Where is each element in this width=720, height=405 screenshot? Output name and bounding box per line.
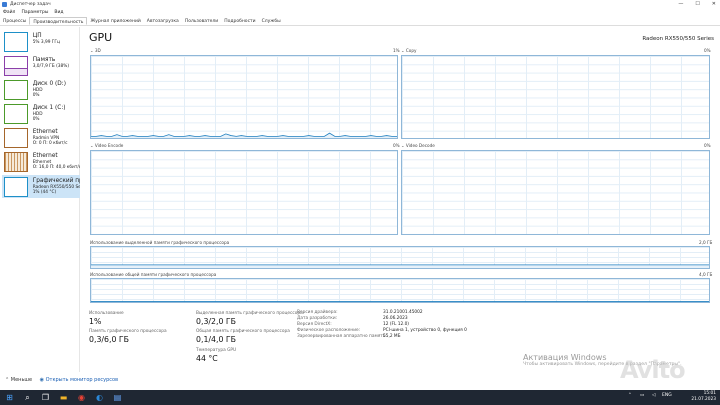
- window-titlebar: Диспетчер задач — ☐ ✕: [0, 0, 720, 9]
- engine-3d-graph: [90, 55, 398, 139]
- gpu-detail-pane: GPU Radeon RX550/550 Series ⌄ 3D 1% ⌄ Co…: [88, 27, 714, 372]
- shared-memory-stat-value: 0,1/4,0 ГБ: [196, 335, 237, 344]
- menu-options[interactable]: Параметры: [21, 9, 48, 17]
- sidebar-item-value: 3,0/7,9 ГБ (38%): [32, 63, 70, 69]
- info-reserved-memory: Зарезервированная аппаратно память:55,2 …: [297, 334, 401, 339]
- engine-video-decode-percent: 0%: [704, 143, 711, 148]
- sidebar-item-value: О: 0 П: 0 кбит/с: [32, 140, 68, 146]
- task-view-icon[interactable]: ❐: [40, 392, 51, 403]
- shared-memory-label: Использование общей памяти графического …: [90, 272, 217, 277]
- info-driver-date: Дата разработки: 26.06.2023: [297, 316, 408, 321]
- file-explorer-icon[interactable]: ▬: [58, 392, 69, 403]
- sidebar-item-ethernet[interactable]: Ethernet Ethernet О: 16,0 П: 40,0 кбит/с: [2, 150, 80, 173]
- minimize-button[interactable]: —: [678, 0, 683, 9]
- sidebar-item-disk1[interactable]: Диск 1 (C:) HDD 0%: [2, 102, 80, 125]
- utilization-value: 1%: [89, 317, 102, 326]
- dedicated-memory-graph: [90, 246, 710, 269]
- dedicated-memory-stat-value: 0,3/2,0 ГБ: [196, 317, 237, 326]
- tab-app-history[interactable]: Журнал приложений: [87, 17, 143, 25]
- taskbar: ⊞ ⌕ ❐ ▬ ◉ ◐ ▤ ⌃ ▭ ◁ ENG 15:01 21.07.2023: [0, 390, 720, 405]
- performance-sidebar: ЦП 5% 3,99 ГГц Память 3,0/7,9 ГБ (38%) Дис…: [0, 27, 80, 372]
- ethernet-thumbnail-graph: [4, 128, 28, 148]
- clock[interactable]: 15:01 21.07.2023: [691, 391, 716, 403]
- info-directx-version: Версия DirectX: 12 (FL 12.0): [297, 322, 409, 327]
- sidebar-item-value: 0%: [32, 92, 40, 98]
- engine-video-decode-label[interactable]: ⌄ Video Decode: [401, 143, 435, 148]
- sidebar-item-memory[interactable]: Память 3,0/7,9 ГБ (38%): [2, 54, 80, 77]
- engine-3d-label[interactable]: ⌄ 3D: [90, 48, 101, 53]
- shared-memory-max: 4,0 ГБ: [699, 272, 713, 277]
- tab-strip: Процессы Производительность Журнал прило…: [0, 17, 720, 26]
- fewer-details-link[interactable]: Меньше: [11, 377, 32, 383]
- clock-date: 21.07.2023: [691, 397, 716, 402]
- menu-file[interactable]: Файл: [3, 9, 15, 17]
- sidebar-item-value: 1% (44 °C): [32, 189, 57, 195]
- input-language[interactable]: ENG: [662, 393, 672, 398]
- sidebar-item-ethernet-vpn[interactable]: Ethernet Radmin VPN О: 0 П: 0 кбит/с: [2, 126, 80, 149]
- info-driver-version: Версия драйвера: 31.0.21001.45002: [297, 310, 423, 315]
- info-physical-location: Физическое расположение: PCI-шина 1, устр…: [297, 328, 467, 333]
- collapse-icon[interactable]: ⌃: [5, 377, 9, 383]
- shared-memory-stat-label: Общая память графического процессора: [196, 329, 290, 334]
- sidebar-item-value: 5% 3,99 ГГц: [32, 39, 60, 45]
- gpu-thumbnail-graph: [4, 177, 28, 197]
- ethernet-thumbnail-graph: [4, 152, 28, 172]
- cpu-thumbnail-graph: [4, 32, 28, 52]
- page-title: GPU: [89, 31, 113, 44]
- gpu-temperature-label: Температура GPU: [196, 348, 237, 353]
- tab-processes[interactable]: Процессы: [0, 17, 29, 25]
- close-button[interactable]: ✕: [712, 0, 716, 9]
- gpu-memory-value: 0,3/6,0 ГБ: [89, 335, 130, 344]
- dedicated-memory-label: Использование выделенной памяти графичес…: [90, 240, 230, 245]
- sidebar-item-value: О: 16,0 П: 40,0 кбит/с: [32, 164, 80, 170]
- dedicated-memory-area: [91, 264, 709, 268]
- shared-memory-graph: [90, 278, 710, 303]
- menu-bar: Файл Параметры Вид: [0, 9, 64, 17]
- menu-view[interactable]: Вид: [54, 9, 63, 17]
- tab-startup[interactable]: Автозагрузка: [144, 17, 182, 25]
- open-resource-monitor-link[interactable]: Открыть монитор ресурсов: [46, 377, 118, 383]
- dedicated-memory-max: 2,0 ГБ: [699, 240, 713, 245]
- tab-users[interactable]: Пользователи: [182, 17, 221, 25]
- maximize-button[interactable]: ☐: [695, 0, 699, 9]
- utilization-label: Использование: [89, 311, 124, 316]
- sidebar-item-disk0[interactable]: Диск 0 (D:) HDD 0%: [2, 78, 80, 101]
- engine-copy-label[interactable]: ⌄ Copy: [401, 48, 416, 53]
- engine-copy-percent: 0%: [704, 48, 711, 53]
- sidebar-item-gpu[interactable]: Графический процессор 0Radeon RX550/550 …: [2, 175, 80, 198]
- dedicated-memory-stat-label: Выделенная память графического процессор…: [196, 311, 303, 316]
- footer-bar: ⌃ Меньше ◉ Открыть монитор ресурсов: [0, 374, 720, 386]
- volume-icon[interactable]: ◁: [652, 393, 655, 398]
- tab-services[interactable]: Службы: [259, 17, 284, 25]
- engine-copy-graph: [401, 55, 710, 139]
- disk1-thumbnail-graph: [4, 104, 28, 124]
- start-icon[interactable]: ⊞: [4, 392, 15, 403]
- network-icon[interactable]: ▭: [640, 393, 644, 398]
- window-title: Диспетчер задач: [10, 2, 51, 7]
- engine-video-encode-graph: [90, 150, 398, 235]
- gpu-temperature-value: 44 °C: [196, 354, 218, 363]
- chrome-icon[interactable]: ◉: [76, 392, 87, 403]
- edge-icon[interactable]: ◐: [94, 392, 105, 403]
- tab-details[interactable]: Подробности: [221, 17, 258, 25]
- task-manager-icon: [2, 2, 7, 7]
- engine-video-encode-percent: 0%: [393, 143, 400, 148]
- sidebar-item-title: Графический процессор 0: [32, 178, 80, 184]
- tab-performance[interactable]: Производительность: [29, 17, 88, 25]
- engine-3d-percent: 1%: [393, 48, 400, 53]
- sidebar-item-cpu[interactable]: ЦП 5% 3,99 ГГц: [2, 30, 80, 53]
- engine-video-decode-graph: [401, 150, 710, 235]
- resource-monitor-icon: ◉: [39, 377, 45, 383]
- disk0-thumbnail-graph: [4, 80, 28, 100]
- gpu-memory-label: Память графического процессора: [89, 329, 167, 334]
- sidebar-item-model: Radeon RX550/550 Series: [32, 184, 80, 190]
- gpu-model: Radeon RX550/550 Series: [642, 36, 714, 42]
- sidebar-item-value: 0%: [32, 116, 40, 122]
- engine-3d-series: [91, 133, 397, 136]
- task-manager-taskbar-icon[interactable]: ▤: [112, 392, 123, 403]
- tray-chevron-icon[interactable]: ⌃: [628, 393, 632, 398]
- engine-video-encode-label[interactable]: ⌄ Video Encode: [90, 143, 123, 148]
- search-icon[interactable]: ⌕: [22, 392, 33, 403]
- memory-thumbnail-graph: [4, 56, 28, 76]
